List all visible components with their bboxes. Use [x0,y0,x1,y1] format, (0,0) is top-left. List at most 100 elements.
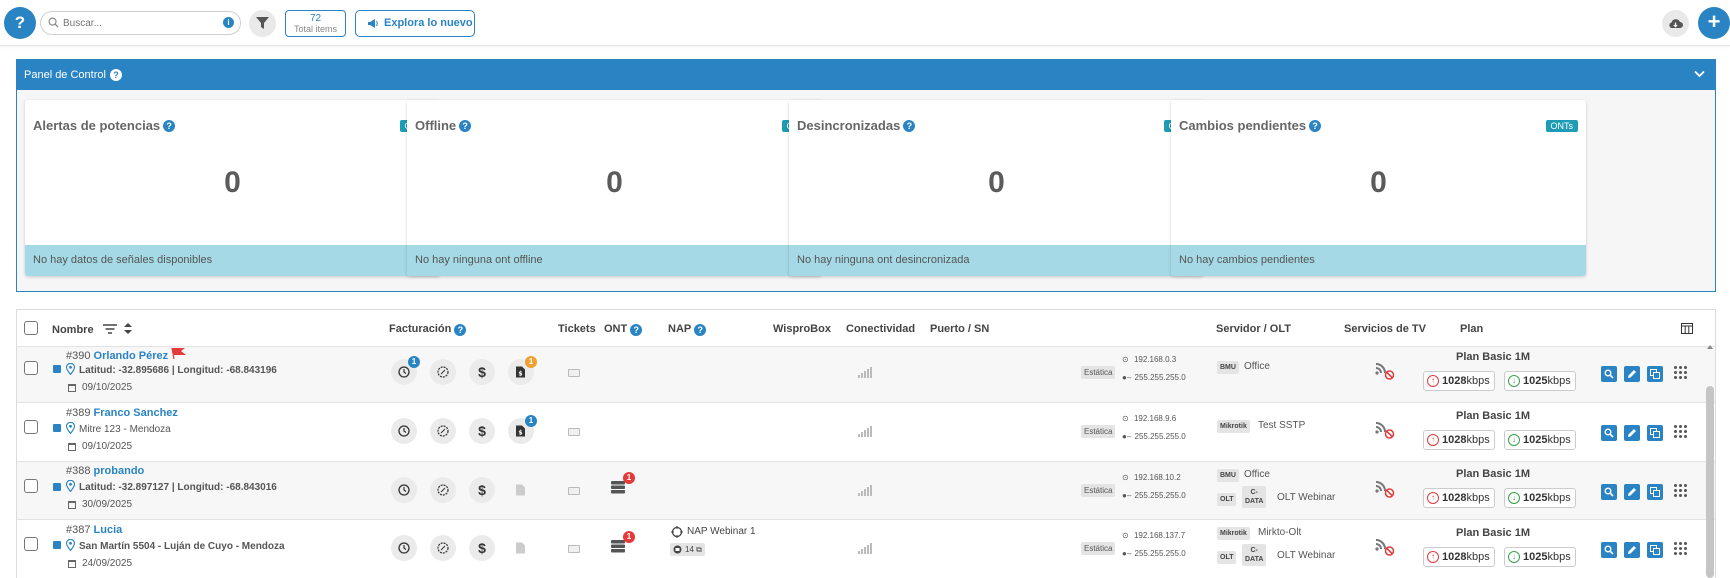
copy-button[interactable] [1647,425,1663,441]
client-name-link[interactable]: probando [94,465,145,477]
signal-icon [858,426,872,437]
sort-arrows-icon[interactable] [123,323,132,334]
select-all-checkbox[interactable] [24,321,38,335]
onts-badge[interactable]: ONTs [1545,120,1578,132]
add-button[interactable]: + [1698,7,1730,39]
row-checkbox[interactable] [24,479,38,493]
help-icon[interactable]: ? [630,324,643,336]
ticket-icon[interactable] [568,487,580,495]
billing-discount-button[interactable] [430,477,456,503]
billing-discount-button[interactable] [430,359,456,385]
col-puerto: Puerto / SN [930,323,990,335]
help-icon[interactable]: ? [459,120,472,132]
ticket-icon[interactable] [568,428,580,436]
discount-icon [437,425,449,437]
notification-badge: 1 [525,356,537,368]
billing-payment-button[interactable]: $ [469,477,495,503]
more-options-icon[interactable] [1674,542,1688,556]
ticket-icon[interactable] [568,369,580,377]
ticket-icon[interactable] [568,545,580,553]
scroll-up-arrow-icon[interactable] [1707,345,1713,349]
panel-header[interactable]: Panel de Control? [17,60,1715,90]
billing-invoice-button[interactable] [508,477,534,503]
billing-invoice-button[interactable]: $ 1 [508,415,537,444]
mask-value: 255.255.255.0 [1134,373,1186,382]
more-options-icon[interactable] [1674,425,1688,439]
edit-button[interactable] [1624,366,1640,382]
columns-icon[interactable] [1681,323,1693,334]
help-icon[interactable]: ? [694,324,707,336]
view-button[interactable] [1601,484,1617,500]
card-footer: No hay ninguna ont offline [407,245,822,276]
billing-history-button[interactable] [391,477,417,503]
table-row[interactable]: #390 Orlando Pérez Latitud: -32.895686 |… [17,347,1715,403]
help-icon[interactable]: ? [163,120,176,132]
search-info-icon[interactable]: i [223,17,234,28]
speed-unit: kbps [1547,492,1571,504]
row-checkbox[interactable] [24,420,38,434]
billing-payment-button[interactable]: $ [469,535,495,561]
table-row[interactable]: #387 Lucia San Martín 5504 - Luján de Cu… [17,520,1715,578]
filter-button[interactable] [249,10,276,37]
client-name-link[interactable]: Lucia [94,524,123,536]
edit-button[interactable] [1624,542,1640,558]
ont-device-icon[interactable] [611,539,625,553]
nap-name[interactable]: NAP Webinar 1 [687,526,756,537]
billing-history-button[interactable] [391,418,417,444]
billing-history-button[interactable] [391,535,417,561]
discount-icon [437,366,449,378]
billing-history-button[interactable]: 1 [391,356,420,385]
clients-table: Nombre Facturación? Tickets ONT? NAP? Wi… [16,309,1716,578]
billing-discount-button[interactable] [430,418,456,444]
copy-button[interactable] [1647,542,1663,558]
ont-device-icon[interactable] [611,480,625,494]
view-button[interactable] [1601,366,1617,382]
table-row[interactable]: #388 probando Latitud: -32.897127 | Long… [17,462,1715,520]
location-pin-icon[interactable] [66,363,75,375]
search-input[interactable] [63,15,213,31]
client-id-name: #388 probando [66,465,144,477]
help-icon[interactable]: ? [903,120,916,132]
billing-invoice-button[interactable] [508,535,534,561]
copy-button[interactable] [1647,484,1663,500]
vertical-scrollbar[interactable] [1706,386,1714,578]
location-pin-icon[interactable] [66,539,75,551]
billing-discount-button[interactable] [430,535,456,561]
upload-value: 1028 [1442,375,1467,387]
location-pin-icon[interactable] [66,480,75,492]
billing-payment-button[interactable]: $ [469,359,495,385]
search-icon [1604,487,1614,497]
row-checkbox[interactable] [24,361,38,375]
help-icon[interactable]: ? [1309,120,1322,132]
ip-address: ⊙ 192.168.10.2 [1122,473,1181,482]
billing-invoice-button[interactable]: $ 1 [508,356,537,385]
chevron-down-icon[interactable] [1694,70,1705,78]
explore-new-button[interactable]: Explora lo nuevo [355,10,475,37]
upload-speed: ↑ 1028kbps [1423,430,1495,450]
flag-icon[interactable] [171,347,187,360]
edit-button[interactable] [1624,484,1640,500]
row-checkbox[interactable] [24,537,38,551]
client-name-link[interactable]: Franco Sanchez [94,407,178,419]
sort-lines-icon[interactable] [102,324,117,334]
card-title-text: Desincronizadas [797,118,901,133]
server-tag: Mikrotik [1217,527,1250,540]
edit-button[interactable] [1624,425,1640,441]
filter-icon [256,17,269,29]
view-button[interactable] [1601,425,1617,441]
location-pin-icon[interactable] [66,422,75,434]
help-icon[interactable]: ? [454,324,467,336]
speed-unit: kbps [1466,492,1490,504]
more-options-icon[interactable] [1674,484,1688,498]
more-options-icon[interactable] [1674,366,1688,380]
panel-help-icon[interactable]: ? [109,69,122,82]
help-button[interactable]: ? [4,7,36,39]
copy-icon [1650,428,1660,438]
cloud-download-button[interactable] [1662,10,1689,37]
billing-payment-button[interactable]: $ [469,418,495,444]
copy-button[interactable] [1647,366,1663,382]
col-nombre[interactable]: Nombre [52,323,132,336]
table-row[interactable]: #389 Franco Sanchez Mitre 123 - Mendoza … [17,403,1715,462]
view-button[interactable] [1601,542,1617,558]
client-name-link[interactable]: Orlando Pérez [94,350,169,362]
